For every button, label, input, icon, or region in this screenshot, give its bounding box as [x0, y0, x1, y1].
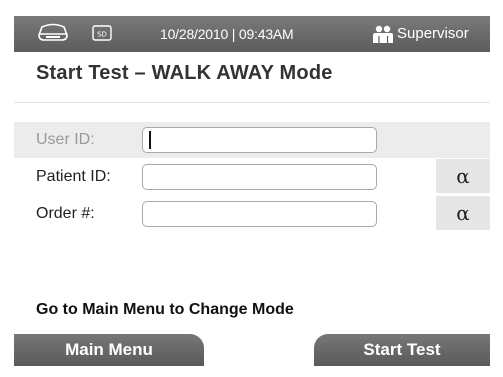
page-title: Start Test – WALK AWAY Mode — [36, 62, 333, 84]
user-id-input[interactable] — [142, 127, 377, 153]
status-bar: SD 10/28/2010 | 09:43AM Supervisor — [14, 16, 490, 52]
start-test-button[interactable]: Start Test — [314, 334, 490, 366]
main-menu-button[interactable]: Main Menu — [14, 334, 204, 366]
text-cursor — [149, 131, 151, 149]
user-role-label: Supervisor — [397, 25, 469, 42]
order-number-alpha-keyboard-button[interactable]: α — [436, 196, 490, 230]
screen: SD 10/28/2010 | 09:43AM Supervisor Start… — [14, 16, 490, 366]
patient-id-label: Patient ID: — [36, 168, 111, 185]
sd-card-icon: SD — [92, 25, 112, 41]
order-number-input[interactable] — [142, 201, 377, 227]
users-icon — [372, 24, 394, 44]
sd-card-label: SD — [97, 31, 107, 39]
user-id-label: User ID: — [36, 131, 95, 148]
hard-drive-icon — [36, 23, 70, 43]
patient-id-input[interactable] — [142, 164, 377, 190]
title-divider — [14, 102, 490, 103]
user-id-row: User ID: — [14, 122, 490, 158]
patient-id-row: Patient ID: α — [14, 159, 490, 195]
patient-id-alpha-keyboard-button[interactable]: α — [436, 159, 490, 193]
order-number-row: Order #: α — [14, 196, 490, 232]
mode-change-note: Go to Main Menu to Change Mode — [36, 301, 294, 318]
datetime-readout: 10/28/2010 | 09:43AM — [160, 26, 294, 42]
order-number-label: Order #: — [36, 205, 95, 222]
